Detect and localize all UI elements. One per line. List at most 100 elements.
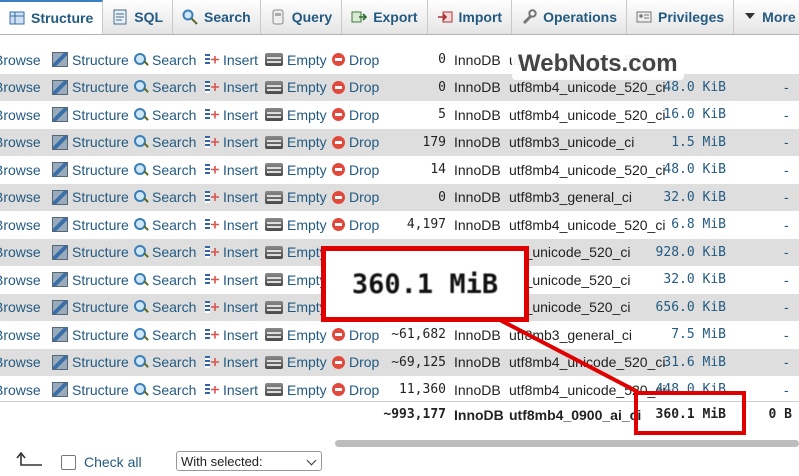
tab-sql[interactable]: SQL (103, 0, 174, 34)
tab-export[interactable]: Export (342, 0, 428, 34)
table-size[interactable]: 656.0 KiB (640, 300, 726, 315)
browse-link[interactable]: Browse (0, 272, 41, 288)
table-size[interactable]: 32.0 KiB (640, 190, 726, 205)
tab-privileges[interactable]: Privileges (627, 0, 735, 34)
table-size[interactable]: 7.5 MiB (640, 327, 726, 342)
structure-link[interactable]: Structure (52, 107, 129, 123)
structure-link[interactable]: Structure (52, 189, 129, 205)
browse-link[interactable]: Browse (0, 79, 41, 95)
structure-link[interactable]: Structure (52, 52, 129, 68)
insert-link[interactable]: Insert (205, 272, 258, 288)
structure-link[interactable]: Structure (52, 134, 129, 150)
check-all-label[interactable]: Check all (84, 454, 142, 470)
structure-link[interactable]: Structure (52, 217, 129, 233)
empty-link[interactable]: Empty (265, 52, 327, 68)
browse-link[interactable]: Browse (0, 162, 41, 178)
search-link[interactable]: Search (134, 327, 196, 343)
empty-link[interactable]: Empty (265, 327, 327, 343)
empty-link-label: Empty (287, 161, 327, 178)
search-link[interactable]: Search (134, 299, 196, 315)
tab-structure[interactable]: Structure (0, 0, 104, 34)
insert-link[interactable]: Insert (205, 107, 258, 123)
search-link[interactable]: Search (134, 244, 196, 260)
search-link[interactable]: Search (134, 162, 196, 178)
empty-link[interactable]: Empty (265, 134, 327, 150)
table-size[interactable]: 32.0 KiB (640, 272, 726, 287)
insert-link[interactable]: Insert (205, 244, 258, 260)
insert-link[interactable]: Insert (205, 354, 258, 370)
structure-link[interactable]: Structure (52, 244, 129, 260)
browse-link[interactable]: Browse (0, 107, 41, 123)
table-size[interactable]: 31.6 MiB (640, 355, 726, 370)
tab-operations[interactable]: Operations (512, 0, 627, 34)
table-size[interactable]: 48.0 KiB (640, 162, 726, 177)
empty-link[interactable]: Empty (265, 244, 327, 260)
table-size[interactable]: 928.0 KiB (640, 245, 726, 260)
browse-link[interactable]: Browse (0, 354, 41, 370)
table-size[interactable]: 6.8 MiB (640, 217, 726, 232)
browse-link-label: Browse (0, 134, 41, 150)
tab-import[interactable]: Import (428, 0, 513, 34)
import-icon (437, 9, 453, 25)
structure-link[interactable]: Structure (52, 79, 129, 95)
structure-link[interactable]: Structure (52, 354, 129, 370)
empty-link[interactable]: Empty (265, 354, 327, 370)
browse-link[interactable]: Browse (0, 244, 41, 260)
horizontal-scrollbar[interactable] (335, 440, 799, 447)
empty-link[interactable]: Empty (265, 79, 327, 95)
with-selected-select[interactable]: With selected: (176, 451, 322, 471)
search-link[interactable]: Search (134, 107, 196, 123)
empty-link-label: Empty (287, 354, 327, 370)
browse-link[interactable]: Browse (0, 134, 41, 150)
insert-link[interactable]: Insert (205, 134, 258, 150)
insert-link[interactable]: Insert (205, 52, 258, 68)
structure-link[interactable]: Structure (52, 327, 129, 343)
empty-link[interactable]: Empty (265, 382, 327, 398)
empty-icon (265, 108, 283, 121)
tab-search[interactable]: Search (173, 0, 261, 34)
insert-link[interactable]: Insert (205, 79, 258, 95)
browse-link[interactable]: Browse (0, 327, 41, 343)
check-all-checkbox[interactable] (61, 455, 76, 470)
search-link[interactable]: Search (134, 354, 196, 370)
storage-engine: InnoDB (454, 106, 501, 123)
search-link[interactable]: Search (134, 52, 196, 68)
structure-link[interactable]: Structure (52, 162, 129, 178)
search-link[interactable]: Search (134, 217, 196, 233)
search-link[interactable]: Search (134, 134, 196, 150)
tab-more[interactable]: More (734, 0, 799, 34)
insert-link-label: Insert (223, 299, 259, 315)
browse-link[interactable]: Browse (0, 299, 41, 315)
empty-link[interactable]: Empty (265, 217, 327, 233)
empty-link[interactable]: Empty (265, 272, 327, 288)
empty-link[interactable]: Empty (265, 189, 327, 205)
browse-link[interactable]: Browse (0, 52, 41, 68)
insert-link[interactable]: Insert (205, 299, 258, 315)
search-link[interactable]: Search (134, 382, 196, 398)
structure-link[interactable]: Structure (52, 299, 129, 315)
empty-link[interactable]: Empty (265, 299, 327, 315)
browse-link[interactable]: Browse (0, 189, 41, 205)
insert-link[interactable]: Insert (205, 382, 258, 398)
storage-engine: InnoDB (454, 354, 501, 370)
table-size[interactable]: 48.0 KiB (640, 80, 726, 95)
table-size[interactable]: 1.5 MiB (640, 135, 726, 150)
insert-link[interactable]: Insert (205, 327, 258, 343)
search-link[interactable]: Search (134, 79, 196, 95)
table-size[interactable]: 16.0 KiB (640, 107, 726, 122)
drop-icon (332, 135, 345, 149)
browse-link[interactable]: Browse (0, 217, 41, 233)
search-link-label: Search (152, 354, 197, 370)
browse-link[interactable]: Browse (0, 382, 41, 398)
empty-link[interactable]: Empty (265, 162, 327, 178)
structure-link-label: Structure (72, 244, 129, 260)
search-link[interactable]: Search (134, 272, 196, 288)
empty-link[interactable]: Empty (265, 107, 327, 123)
search-link[interactable]: Search (134, 189, 196, 205)
structure-link[interactable]: Structure (52, 382, 129, 398)
tab-query[interactable]: Query (261, 0, 343, 34)
insert-link[interactable]: Insert (205, 217, 258, 233)
insert-link[interactable]: Insert (205, 162, 258, 178)
insert-link[interactable]: Insert (205, 189, 258, 205)
structure-link[interactable]: Structure (52, 272, 129, 288)
